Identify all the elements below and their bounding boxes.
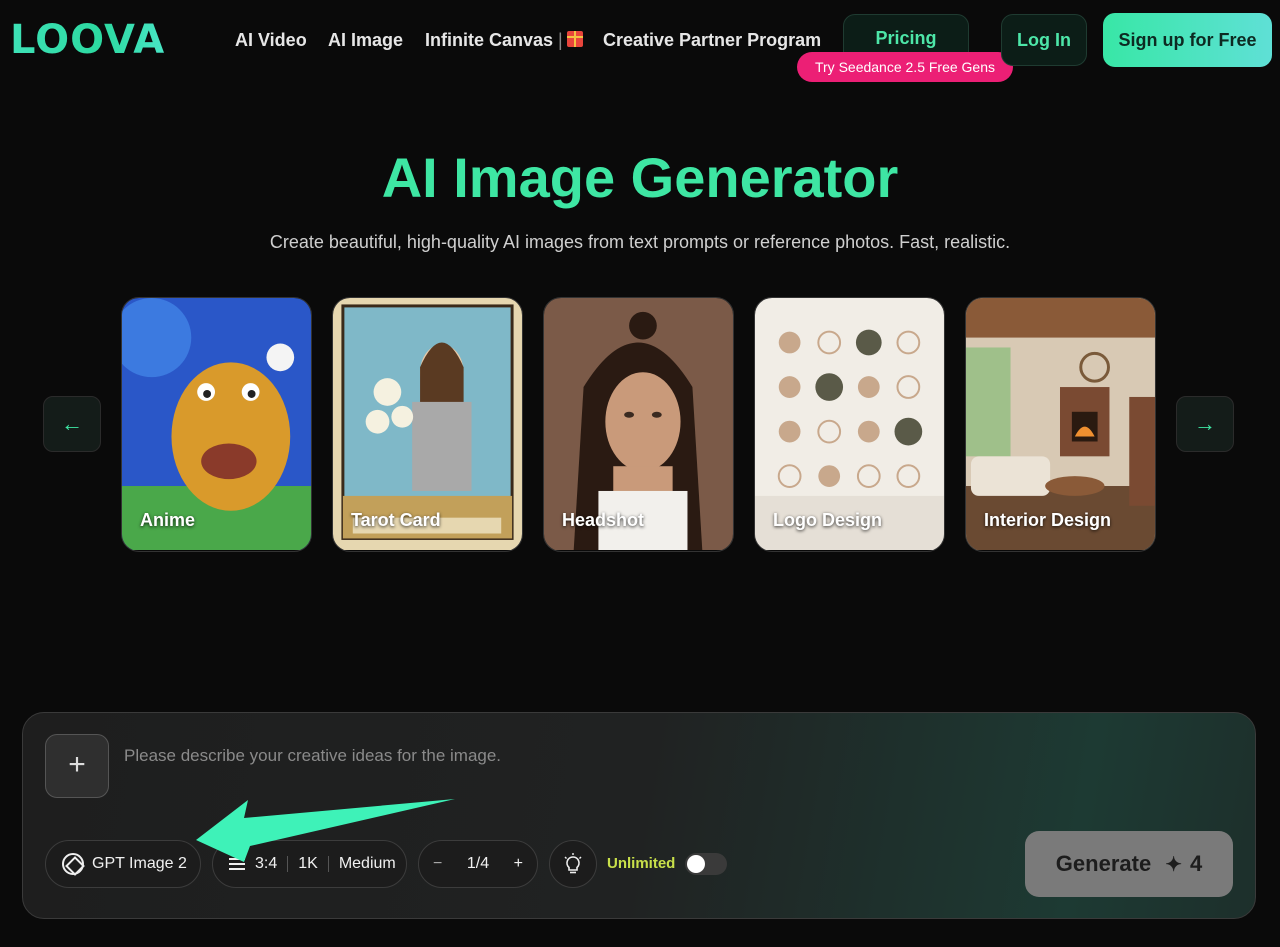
unlimited-toggle[interactable] — [685, 853, 727, 875]
nav-ai-video[interactable]: AI Video — [235, 30, 307, 51]
model-selector[interactable]: GPT Image 2 — [45, 840, 201, 888]
image-count-stepper: − 1/4 + — [418, 840, 538, 888]
top-nav: LOOVA AI Video AI Image Infinite Canvas … — [0, 0, 1280, 82]
generate-label: Generate — [1055, 851, 1152, 876]
sliders-icon — [229, 857, 245, 871]
card-label-tarot: Tarot Card — [351, 510, 441, 530]
template-card-anime[interactable]: Anime — [121, 297, 312, 552]
add-reference-button[interactable]: + — [45, 734, 109, 798]
nav-separator: | — [558, 30, 563, 50]
quality-value: Medium — [338, 855, 396, 872]
toggle-knob — [687, 855, 705, 873]
model-name: GPT Image 2 — [92, 855, 187, 872]
template-card-logo-design[interactable]: Logo Design — [754, 297, 945, 552]
openai-icon — [62, 853, 84, 875]
arrow-left-icon: ← — [61, 411, 83, 436]
prompt-input[interactable] — [124, 741, 1224, 771]
sparkle-icon: ✦ — [1165, 853, 1182, 876]
divider — [287, 856, 289, 872]
unlimited-label: Unlimited — [607, 855, 676, 872]
nav-creative-partner[interactable]: Creative Partner Program — [603, 30, 821, 51]
card-label-interior-design: Interior Design — [984, 510, 1112, 530]
template-card-headshot[interactable]: Headshot — [543, 297, 734, 552]
card-label-anime: Anime — [140, 510, 196, 530]
logo-text: LOOVA — [10, 17, 166, 63]
nav-ai-image[interactable]: AI Image — [328, 30, 403, 51]
gift-icon — [566, 31, 583, 47]
login-button[interactable]: Log In — [1001, 14, 1087, 66]
resolution-value: 1K — [298, 855, 318, 872]
loova-logo[interactable]: LOOVA — [10, 17, 166, 63]
aspect-ratio-value: 3:4 — [255, 855, 278, 872]
credit-cost: 4 — [1189, 851, 1203, 876]
prompt-composer: + GPT Image 2 3:4 1K Medium − 1/4 + Unli… — [22, 712, 1256, 919]
carousel-prev-button[interactable]: ← — [43, 396, 101, 452]
template-card-tarot[interactable]: Tarot Card — [332, 297, 523, 552]
generate-button[interactable]: Generate ✦ 4 — [1025, 831, 1233, 897]
image-count-value: 1/4 — [466, 855, 490, 872]
plus-icon: + — [68, 748, 86, 781]
page-subtitle: Create beautiful, high-quality AI images… — [269, 232, 1011, 252]
decrement-button[interactable]: − — [433, 855, 442, 873]
card-label-headshot: Headshot — [562, 510, 645, 530]
lightbulb-icon — [564, 853, 582, 874]
template-card-interior-design[interactable]: Interior Design — [965, 297, 1156, 552]
signup-button[interactable]: Sign up for Free — [1103, 13, 1272, 67]
page-title: AI Image Generator — [381, 146, 899, 209]
arrow-right-icon: → — [1194, 411, 1216, 436]
nav-infinite-canvas-label: Infinite Canvas — [425, 30, 554, 50]
carousel-next-button[interactable]: → — [1176, 396, 1234, 452]
increment-button[interactable]: + — [514, 855, 523, 873]
image-settings-button[interactable]: 3:4 1K Medium — [212, 840, 407, 888]
card-label-logo-design: Logo Design — [773, 510, 882, 530]
nav-infinite-canvas[interactable]: Infinite Canvas | — [425, 30, 589, 51]
prompt-ideas-button[interactable] — [549, 840, 597, 888]
promo-badge[interactable]: Try Seedance 2.5 Free Gens — [797, 52, 1013, 82]
divider — [327, 856, 329, 872]
